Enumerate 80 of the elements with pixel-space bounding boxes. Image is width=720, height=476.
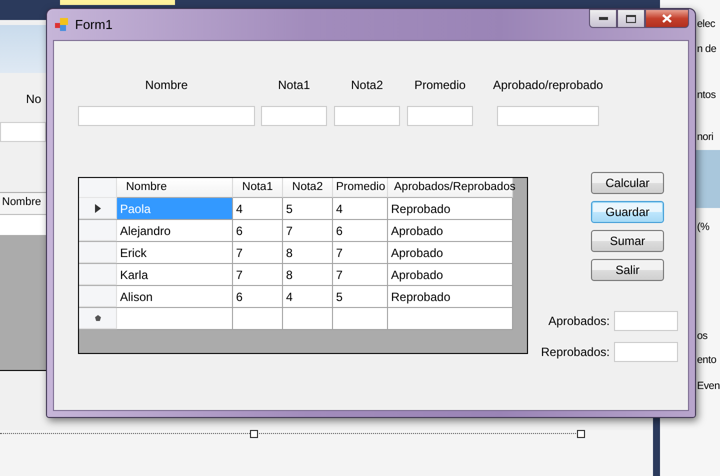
table-cell[interactable]: Karla — [117, 264, 233, 286]
property-text: nori — [697, 131, 714, 143]
field-label: Nota1 — [278, 78, 310, 92]
maximize-button[interactable] — [617, 9, 645, 28]
field-label: Nota2 — [350, 78, 384, 92]
maximize-icon — [626, 14, 636, 22]
table-cell[interactable]: 7 — [283, 220, 333, 242]
table-cell[interactable]: Erick — [117, 242, 233, 264]
row-header[interactable] — [79, 198, 117, 219]
property-text: elec — [697, 18, 716, 30]
action-button[interactable]: Salir — [591, 259, 664, 281]
input-field[interactable] — [334, 106, 400, 126]
table-cell[interactable]: 8 — [283, 242, 333, 264]
column-header[interactable]: Nota1 — [233, 178, 283, 198]
total-label: Aprobados: — [548, 314, 610, 328]
minimize-button[interactable] — [589, 9, 617, 28]
property-text: os — [697, 330, 708, 342]
input-field[interactable] — [407, 106, 473, 126]
field-label: Nombre — [145, 78, 188, 92]
close-icon — [662, 14, 672, 23]
action-button[interactable]: Sumar — [591, 230, 664, 252]
table-cell[interactable] — [233, 308, 283, 330]
form-icon — [55, 18, 69, 32]
row-header — [79, 178, 117, 198]
table-cell[interactable]: Alison — [117, 286, 233, 308]
table-cell[interactable]: 8 — [283, 264, 333, 286]
table-cell[interactable]: Reprobado — [388, 198, 513, 220]
field-label: Aprobado/reprobado — [492, 78, 604, 92]
resize-handle[interactable] — [250, 430, 258, 438]
table-cell[interactable]: 5 — [283, 198, 333, 220]
resize-handle[interactable] — [577, 430, 585, 438]
column-header[interactable]: Nota2 — [283, 178, 333, 198]
minimize-icon — [598, 17, 608, 20]
input-field[interactable] — [497, 106, 599, 126]
table-cell[interactable] — [283, 308, 333, 330]
table-cell[interactable]: 4 — [283, 286, 333, 308]
table-cell[interactable]: 4 — [333, 198, 388, 220]
row-header[interactable] — [79, 308, 117, 329]
action-button[interactable]: Guardar — [591, 201, 664, 223]
table-cell[interactable]: 6 — [233, 286, 283, 308]
property-text: n de — [697, 43, 716, 55]
table-cell[interactable]: Aprobado — [388, 242, 513, 264]
property-text: Even — [697, 380, 720, 392]
total-label: Reprobados: — [541, 345, 610, 359]
table-cell[interactable]: Alejandro — [117, 220, 233, 242]
column-header[interactable]: Nombre — [117, 178, 233, 198]
input-field[interactable] — [614, 342, 678, 362]
close-button[interactable] — [645, 9, 689, 28]
document-tab[interactable] — [60, 0, 175, 5]
table-cell[interactable]: 6 — [233, 220, 283, 242]
table-cell[interactable] — [117, 308, 233, 330]
input-field[interactable] — [78, 106, 255, 126]
property-text: (% — [697, 221, 710, 233]
designer-header-band — [0, 25, 46, 73]
column-header: Nombre — [0, 193, 46, 215]
table-cell — [0, 215, 46, 235]
table-cell[interactable]: 5 — [333, 286, 388, 308]
table-cell[interactable]: 6 — [333, 220, 388, 242]
action-button[interactable]: Calcular — [591, 172, 664, 194]
table-cell[interactable]: 7 — [233, 242, 283, 264]
property-text: ntos — [697, 89, 716, 101]
property-text: ento — [697, 354, 716, 366]
field-label: Promedio — [414, 78, 466, 92]
table-cell[interactable] — [333, 308, 388, 330]
input-field[interactable] — [261, 106, 327, 126]
table-cell[interactable] — [388, 308, 513, 330]
table-cell[interactable]: Aprobado — [388, 220, 513, 242]
table-cell[interactable]: 7 — [233, 264, 283, 286]
input-field[interactable] — [614, 311, 678, 331]
table-cell[interactable]: 7 — [333, 264, 388, 286]
column-header[interactable]: Promedio — [333, 178, 388, 198]
table-cell[interactable]: 7 — [333, 242, 388, 264]
new-row-icon — [94, 315, 100, 321]
table-cell[interactable]: 4 — [233, 198, 283, 220]
window-title: Form1 — [75, 17, 113, 32]
table-cell[interactable]: Aprobado — [388, 264, 513, 286]
column-header[interactable]: Aprobados/Reprobados — [388, 178, 513, 198]
form-label: No — [26, 92, 42, 106]
table-cell[interactable]: Reprobado — [388, 286, 513, 308]
text-field[interactable] — [0, 122, 46, 142]
